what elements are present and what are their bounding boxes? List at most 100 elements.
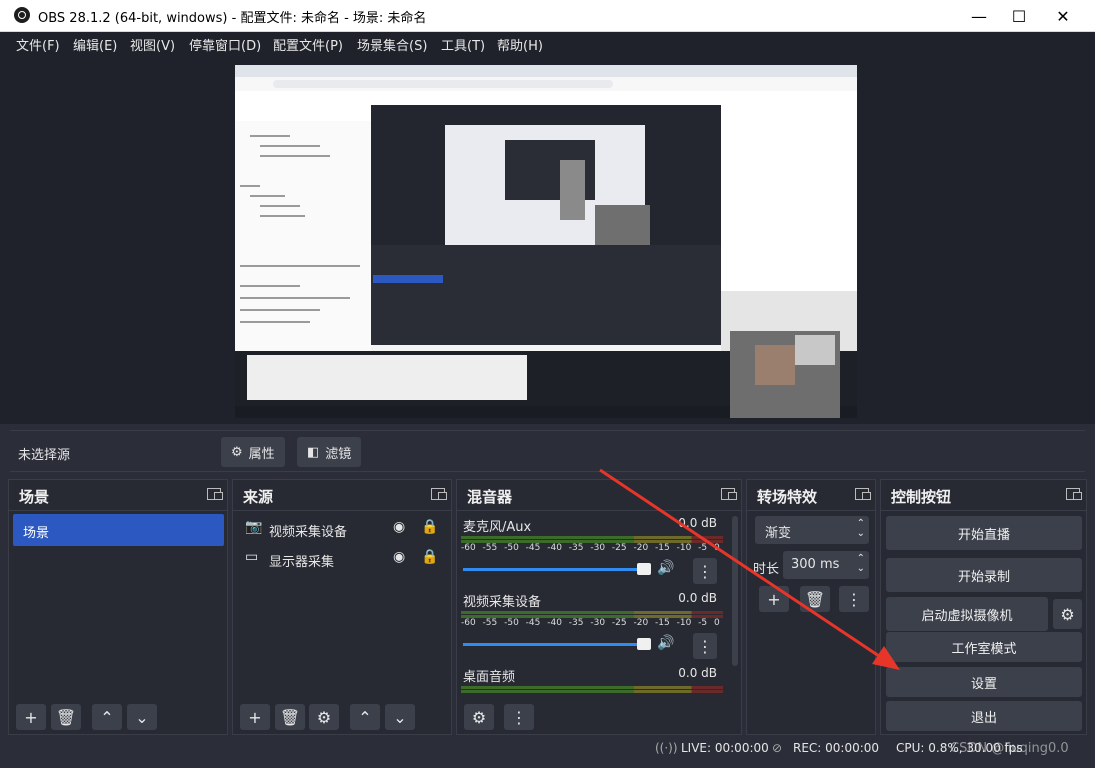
add-source-button[interactable]: +: [240, 704, 270, 730]
csdn-watermark: CSDN @liuqing0.0: [950, 741, 1069, 756]
source-item[interactable]: ▭ 显示器采集 ◉ 🔒: [237, 546, 448, 572]
virtual-camera-settings-gear-icon[interactable]: ⚙: [1053, 599, 1082, 629]
menu-profile[interactable]: 配置文件(P): [273, 35, 343, 54]
divider: [881, 510, 1086, 511]
undock-icon[interactable]: [1066, 488, 1082, 500]
channel-name: 桌面音频: [463, 670, 516, 685]
move-source-up-button[interactable]: ⌃: [350, 704, 380, 730]
meter-ticks: -60 -55 -50 -45 -40 -35 -30 -25 -20 -15 …: [461, 543, 720, 553]
source-properties-button[interactable]: ⚙: [309, 704, 339, 730]
undock-icon[interactable]: [855, 488, 871, 500]
lock-icon[interactable]: 🔒: [421, 519, 438, 535]
mixer-channel: 桌面音频 0.0 dB: [461, 666, 723, 696]
undock-icon[interactable]: [721, 488, 737, 500]
settings-button[interactable]: 设置: [886, 667, 1082, 697]
divider: [747, 510, 875, 511]
source-toolbar: 未选择源 ⚙ 属性 ◧ 滤镜: [10, 430, 1085, 472]
channel-level: 0.0 dB: [678, 591, 717, 605]
channel-menu-button[interactable]: ⋮: [693, 633, 717, 659]
visibility-eye-icon[interactable]: ◉: [393, 549, 405, 565]
remove-transition-button[interactable]: 🗑: [800, 586, 830, 612]
mixer-title: 混音器: [467, 488, 513, 506]
menu-edit[interactable]: 编辑(E): [73, 35, 117, 54]
properties-label: 属性: [248, 446, 275, 462]
undock-icon[interactable]: [431, 488, 447, 500]
menu-view[interactable]: 视图(V): [130, 35, 175, 54]
maximize-button[interactable]: ☐: [996, 0, 1042, 32]
source-item-label: 视频采集设备: [269, 525, 348, 540]
rec-timer: REC: 00:00:00: [793, 741, 880, 755]
mixer-scrollbar[interactable]: [732, 516, 738, 666]
speaker-icon[interactable]: 🔊: [657, 635, 674, 651]
exit-button[interactable]: 退出: [886, 701, 1082, 731]
volume-meter: [461, 611, 723, 614]
volume-slider[interactable]: [463, 568, 643, 571]
undock-icon[interactable]: [207, 488, 223, 500]
add-transition-button[interactable]: +: [759, 586, 789, 612]
remove-scene-button[interactable]: 🗑: [51, 704, 81, 730]
scenes-dock: 场景 场景 + 🗑 ⌃ ⌄: [8, 479, 228, 735]
divider: [233, 510, 451, 511]
no-source-label: 未选择源: [18, 448, 71, 463]
lock-icon[interactable]: 🔒: [421, 549, 438, 565]
start-virtual-camera-button[interactable]: 启动虚拟摄像机: [886, 597, 1048, 631]
obs-logo-icon: [14, 7, 30, 23]
move-scene-down-button[interactable]: ⌄: [127, 704, 157, 730]
visibility-eye-icon[interactable]: ◉: [393, 519, 405, 535]
studio-mode-button[interactable]: 工作室模式: [886, 632, 1082, 662]
record-status-icon: ⊘: [772, 741, 783, 755]
close-button[interactable]: ✕: [1040, 0, 1086, 32]
gear-icon: ⚙: [231, 444, 243, 460]
volume-slider-handle[interactable]: [637, 638, 651, 650]
move-source-down-button[interactable]: ⌄: [385, 704, 415, 730]
menu-help[interactable]: 帮助(H): [497, 35, 543, 54]
source-item[interactable]: 📷 视频采集设备 ◉ 🔒: [237, 516, 448, 542]
divider: [457, 510, 741, 511]
menu-docks[interactable]: 停靠窗口(D): [189, 35, 261, 54]
speaker-icon[interactable]: 🔊: [657, 560, 674, 576]
transitions-title: 转场特效: [757, 488, 818, 506]
spin-arrows-icon[interactable]: ⌃ ⌄: [857, 554, 865, 574]
mixer-menu-button[interactable]: ⋮: [504, 704, 534, 730]
status-bar: ((·)) LIVE: 00:00:00 ⊘ REC: 00:00:00 CPU…: [0, 735, 1095, 768]
preview-capture-image: [235, 65, 857, 418]
start-streaming-button[interactable]: 开始直播: [886, 516, 1082, 550]
mixer-channel: 麦克风/Aux 0.0 dB -60 -55 -50 -45 -40 -35 -…: [461, 516, 723, 584]
transition-select-value: 渐变: [765, 526, 792, 541]
title-bar: OBS 28.1.2 (64-bit, windows) - 配置文件: 未命名…: [0, 0, 1095, 32]
start-recording-button[interactable]: 开始录制: [886, 558, 1082, 592]
move-scene-up-button[interactable]: ⌃: [92, 704, 122, 730]
remove-source-button[interactable]: 🗑: [275, 704, 305, 730]
duration-spinbox[interactable]: 300 ms ⌃ ⌄: [783, 551, 869, 579]
channel-level: 0.0 dB: [678, 666, 717, 680]
menu-scene-collection[interactable]: 场景集合(S): [357, 35, 427, 54]
scene-item-label: 场景: [23, 526, 50, 541]
channel-menu-button[interactable]: ⋮: [693, 558, 717, 584]
volume-slider[interactable]: [463, 643, 643, 646]
add-scene-button[interactable]: +: [16, 704, 46, 730]
channel-name: 视频采集设备: [463, 595, 542, 610]
mixer-channel: 视频采集设备 0.0 dB -60 -55 -50 -45 -40 -35 -3…: [461, 591, 723, 659]
channel-level: 0.0 dB: [678, 516, 717, 530]
volume-slider-handle[interactable]: [637, 563, 651, 575]
transition-menu-button[interactable]: ⋮: [839, 586, 869, 612]
live-status-icon: ((·)): [655, 741, 678, 755]
volume-meter: [461, 690, 723, 693]
channel-name: 麦克风/Aux: [463, 520, 532, 535]
advanced-audio-button[interactable]: ⚙: [464, 704, 494, 730]
source-item-label: 显示器采集: [269, 555, 335, 570]
filters-button[interactable]: ◧ 滤镜: [297, 437, 362, 467]
transition-select[interactable]: 渐变 ⌃ ⌄: [755, 516, 869, 544]
duration-label: 时长: [753, 562, 780, 577]
window-title: OBS 28.1.2 (64-bit, windows) - 配置文件: 未命名…: [38, 11, 427, 26]
menu-file[interactable]: 文件(F): [16, 35, 60, 54]
preview-canvas[interactable]: [0, 56, 1095, 424]
live-timer: LIVE: 00:00:00: [681, 741, 769, 755]
scene-item[interactable]: 场景: [13, 514, 224, 546]
filters-label: 滤镜: [325, 446, 352, 462]
sources-dock: 来源 📷 视频采集设备 ◉ 🔒 ▭ 显示器采集 ◉ 🔒 + 🗑 ⚙ ⌃ ⌄: [232, 479, 452, 735]
menu-tools[interactable]: 工具(T): [441, 35, 485, 54]
properties-button[interactable]: ⚙ 属性: [221, 437, 285, 467]
sources-title: 来源: [243, 488, 274, 506]
controls-title: 控制按钮: [891, 488, 952, 506]
